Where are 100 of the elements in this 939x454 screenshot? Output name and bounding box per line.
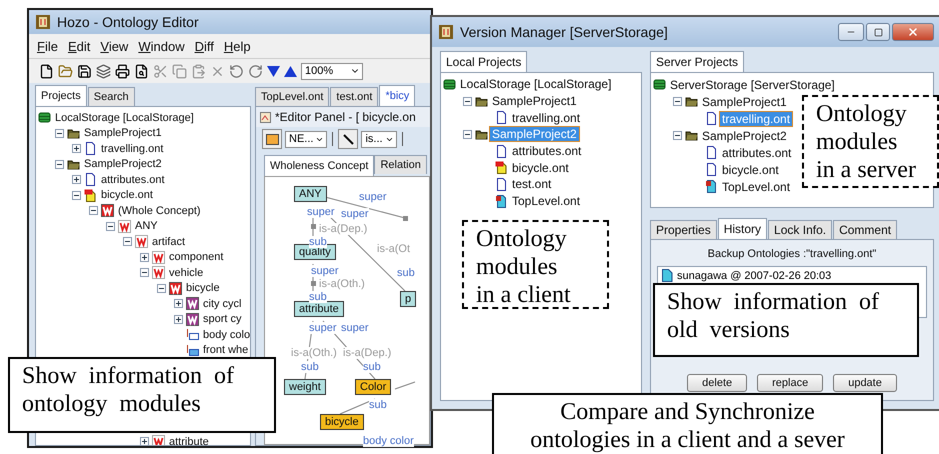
plus-box-icon[interactable] [174, 314, 183, 324]
minus-box-icon[interactable] [157, 284, 166, 293]
tree-item[interactable]: LocalStorage [LocalStorage] [53, 112, 196, 124]
minus-box-icon[interactable] [123, 237, 132, 246]
concept-node[interactable]: Color [355, 379, 392, 395]
save-icon[interactable] [77, 64, 92, 78]
tree-item[interactable]: ANY [133, 220, 160, 232]
node-type-dropdown[interactable]: NE... [285, 130, 328, 148]
concept-node[interactable]: weight [284, 379, 326, 395]
tab[interactable]: Comment [833, 220, 898, 239]
plus-box-icon[interactable] [72, 144, 81, 154]
down-triangle-icon[interactable] [267, 66, 280, 76]
save-all-icon[interactable] [96, 64, 111, 78]
redo-icon[interactable] [248, 64, 263, 78]
print-icon[interactable] [115, 64, 130, 78]
menu-item[interactable]: View [100, 38, 128, 54]
new-file-icon[interactable] [39, 64, 54, 78]
tree-item[interactable]: attributes.ont [720, 146, 794, 160]
close-button[interactable] [892, 23, 934, 41]
tree-item[interactable]: SampleProject2 [82, 158, 164, 170]
minus-box-icon[interactable] [673, 97, 682, 106]
minus-box-icon[interactable] [55, 160, 64, 169]
action-button[interactable]: update [833, 374, 897, 392]
minimize-button[interactable] [838, 23, 864, 41]
tab[interactable]: Search [88, 87, 135, 106]
tab[interactable]: Local Projects [440, 51, 528, 72]
tab[interactable]: Projects [35, 85, 87, 106]
link-button[interactable] [338, 129, 358, 149]
tree-item[interactable]: TopLevel.ont [720, 180, 792, 194]
backup-item[interactable]: sunagawa @ 2007-02-26 20:03 [677, 270, 832, 282]
plus-box-icon[interactable] [140, 252, 149, 262]
tree-item[interactable]: SampleProject2 [700, 128, 789, 142]
zoom-dropdown[interactable]: 100% [301, 62, 363, 80]
minus-box-icon[interactable] [106, 222, 115, 231]
file-icon [495, 144, 508, 158]
node-color-button[interactable] [262, 129, 282, 149]
menu-item[interactable]: Help [224, 38, 251, 54]
minus-box-icon[interactable] [673, 131, 682, 140]
action-button[interactable]: delete [687, 374, 748, 392]
tree-item[interactable]: front whe [201, 344, 250, 356]
tree-item[interactable]: attribute [167, 436, 211, 445]
tree-item[interactable]: test.ont [510, 177, 554, 192]
tab[interactable]: Lock Info. [768, 220, 832, 239]
minus-box-icon[interactable] [89, 206, 98, 216]
concept-node[interactable]: ANY [294, 186, 327, 202]
tree-item[interactable]: attributes.ont [99, 174, 167, 186]
maximize-button[interactable] [866, 23, 890, 41]
tree-item[interactable]: SampleProject1 [490, 94, 579, 108]
tree-item[interactable]: body colo [201, 328, 250, 341]
minus-box-icon[interactable] [140, 268, 149, 278]
concept-node[interactable]: quality [294, 244, 336, 260]
concept-node[interactable]: attribute [294, 301, 344, 317]
tree-item[interactable]: bicycle.ont [510, 160, 571, 175]
tree-item[interactable]: bicycle.ont [99, 189, 155, 202]
tree-item[interactable]: bicycle.ont [720, 162, 781, 176]
tree-item[interactable]: (Whole Concept) [116, 204, 203, 217]
tree-item[interactable]: component [167, 251, 226, 264]
tree-item[interactable]: ServerStorage [ServerStorage] [668, 78, 837, 92]
menu-item[interactable]: File [37, 38, 58, 54]
minus-box-icon[interactable] [55, 128, 64, 138]
tree-item[interactable]: artifact [150, 236, 188, 248]
tree-item[interactable]: sport cy [201, 313, 244, 326]
file-icon [705, 180, 718, 193]
tab[interactable]: Server Projects [650, 51, 744, 72]
tab[interactable]: Wholeness Concept [264, 155, 374, 176]
plus-box-icon[interactable] [174, 299, 183, 308]
open-folder-icon[interactable] [58, 64, 73, 78]
menu-item[interactable]: Window [138, 38, 185, 54]
concept-node[interactable]: p [400, 291, 416, 307]
tree-item[interactable]: LocalStorage [LocalStorage] [458, 77, 614, 92]
tree-item[interactable]: bicycle [184, 282, 222, 294]
tree-item[interactable]: travelling.ont [510, 110, 582, 125]
tree-item[interactable]: TopLevel.ont [510, 194, 582, 208]
role-label: sub [397, 267, 415, 280]
link-type-dropdown[interactable]: is... [361, 130, 397, 148]
tree-item[interactable]: travelling.ont [99, 142, 166, 155]
action-button[interactable]: replace [757, 374, 824, 392]
plus-box-icon[interactable] [140, 437, 149, 445]
tree-item[interactable]: vehicle [167, 266, 206, 279]
concept-node[interactable]: bicycle [320, 414, 364, 430]
tab[interactable]: TopLevel.ont [255, 87, 330, 106]
tab[interactable]: *bicy [379, 85, 416, 106]
tab[interactable]: Relation [374, 155, 427, 174]
preview-icon[interactable] [134, 64, 149, 78]
menu-item[interactable]: Edit [68, 38, 90, 54]
tree-item[interactable]: city cycl [201, 298, 244, 310]
undo-icon[interactable] [229, 64, 244, 78]
minus-box-icon[interactable] [463, 96, 472, 106]
minus-box-icon[interactable] [463, 130, 472, 139]
role-label: super [309, 322, 337, 334]
tab[interactable]: Properties [650, 220, 717, 239]
tree-item[interactable]: SampleProject1 [82, 127, 164, 140]
menu-item[interactable]: Diff [194, 38, 214, 54]
plus-box-icon[interactable] [72, 175, 81, 184]
tab[interactable]: test.ont [330, 87, 378, 106]
tree-item[interactable]: SampleProject1 [700, 94, 789, 108]
tree-item[interactable]: attributes.ont [510, 144, 584, 158]
up-triangle-icon[interactable] [284, 66, 297, 76]
tab[interactable]: History [718, 218, 768, 239]
minus-box-icon[interactable] [72, 190, 81, 200]
